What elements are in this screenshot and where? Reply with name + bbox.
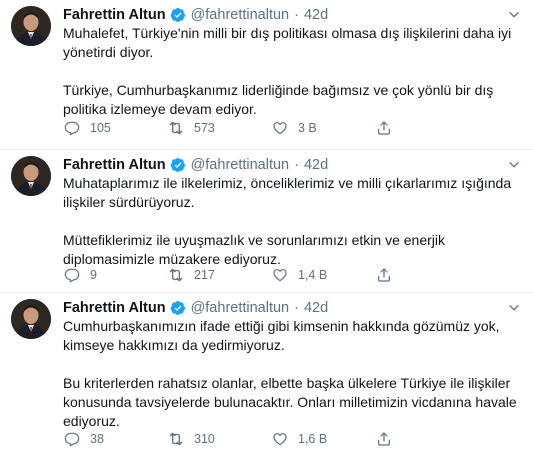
- retweet-icon: [167, 266, 185, 284]
- tweet-time[interactable]: 42d: [304, 157, 328, 173]
- share-icon[interactable]: [375, 266, 393, 284]
- tweet-text: Muhalefet, Türkiye'nin milli bir dış pol…: [63, 24, 521, 119]
- tweet[interactable]: Fahrettin Altun @fahrettinaltun · 42d Mu…: [0, 150, 533, 293]
- retweet-count: 217: [194, 268, 215, 282]
- heart-icon: [271, 430, 289, 448]
- verified-badge-icon: [170, 300, 186, 316]
- like-count: 1,4 B: [298, 268, 328, 282]
- share-icon[interactable]: [375, 119, 393, 137]
- tweet-actions: 38 310 1,6 B: [63, 430, 483, 448]
- like-count: 1,6 B: [298, 432, 328, 446]
- tweet-paragraph: Cumhurbaşkanımızın ifade ettiği gibi kim…: [63, 318, 500, 353]
- avatar[interactable]: [11, 6, 51, 46]
- like-button[interactable]: 3 B: [271, 119, 375, 137]
- reply-icon: [63, 266, 81, 284]
- tweet-text: Cumhurbaşkanımızın ifade ettiği gibi kim…: [63, 317, 521, 431]
- separator-dot: ·: [294, 157, 299, 173]
- author-handle[interactable]: @fahrettinaltun: [191, 157, 290, 173]
- verified-badge-icon: [170, 157, 186, 173]
- reply-count: 38: [90, 432, 104, 446]
- chevron-down-icon[interactable]: [505, 299, 523, 317]
- tweet-header: Fahrettin Altun @fahrettinaltun · 42d: [63, 5, 328, 25]
- like-count: 3 B: [298, 121, 317, 135]
- author-name[interactable]: Fahrettin Altun: [63, 300, 166, 316]
- retweet-count: 310: [194, 432, 215, 446]
- reply-button[interactable]: 105: [63, 119, 167, 137]
- like-button[interactable]: 1,6 B: [271, 430, 375, 448]
- tweet-paragraph: Muhalefet, Türkiye'nin milli bir dış pol…: [63, 25, 512, 60]
- tweet-text: Muhataplarımız ile ilkelerimiz, öncelikl…: [63, 174, 521, 269]
- avatar[interactable]: [11, 299, 51, 339]
- heart-icon: [271, 266, 289, 284]
- avatar[interactable]: [11, 156, 51, 196]
- retweet-icon: [167, 430, 185, 448]
- share-icon[interactable]: [375, 430, 393, 448]
- heart-icon: [271, 119, 289, 137]
- retweet-button[interactable]: 573: [167, 119, 271, 137]
- reply-count: 9: [90, 268, 97, 282]
- reply-button[interactable]: 38: [63, 430, 167, 448]
- tweet[interactable]: Fahrettin Altun @fahrettinaltun · 42d Mu…: [0, 0, 533, 150]
- reply-icon: [63, 119, 81, 137]
- like-button[interactable]: 1,4 B: [271, 266, 375, 284]
- retweet-count: 573: [194, 121, 215, 135]
- tweet-time[interactable]: 42d: [304, 300, 328, 316]
- tweet-paragraph: Muhataplarımız ile ilkelerimiz, öncelikl…: [63, 175, 512, 210]
- chevron-down-icon[interactable]: [505, 156, 523, 174]
- author-name[interactable]: Fahrettin Altun: [63, 157, 166, 173]
- separator-dot: ·: [294, 7, 299, 23]
- chevron-down-icon[interactable]: [505, 6, 523, 24]
- tweet-time[interactable]: 42d: [304, 7, 328, 23]
- retweet-icon: [167, 119, 185, 137]
- tweet-actions: 105 573 3 B: [63, 119, 483, 137]
- reply-button[interactable]: 9: [63, 266, 167, 284]
- author-name[interactable]: Fahrettin Altun: [63, 7, 166, 23]
- tweet-header: Fahrettin Altun @fahrettinaltun · 42d: [63, 298, 328, 318]
- verified-badge-icon: [170, 7, 186, 23]
- separator-dot: ·: [294, 300, 299, 316]
- tweet-paragraph: Müttefiklerimiz ile uyuşmazlık ve sorunl…: [63, 232, 446, 267]
- retweet-button[interactable]: 310: [167, 430, 271, 448]
- reply-icon: [63, 430, 81, 448]
- tweet-header: Fahrettin Altun @fahrettinaltun · 42d: [63, 155, 328, 175]
- author-handle[interactable]: @fahrettinaltun: [191, 300, 290, 316]
- tweet-actions: 9 217 1,4 B: [63, 266, 483, 284]
- tweet-feed: Fahrettin Altun @fahrettinaltun · 42d Mu…: [0, 0, 533, 465]
- author-handle[interactable]: @fahrettinaltun: [191, 7, 290, 23]
- tweet[interactable]: Fahrettin Altun @fahrettinaltun · 42d Cu…: [0, 293, 533, 465]
- reply-count: 105: [90, 121, 111, 135]
- tweet-paragraph: Türkiye, Cumhurbaşkanımız liderliğinde b…: [63, 82, 494, 117]
- tweet-paragraph: Bu kriterlerden rahatsız olanlar, elbett…: [63, 375, 517, 429]
- retweet-button[interactable]: 217: [167, 266, 271, 284]
